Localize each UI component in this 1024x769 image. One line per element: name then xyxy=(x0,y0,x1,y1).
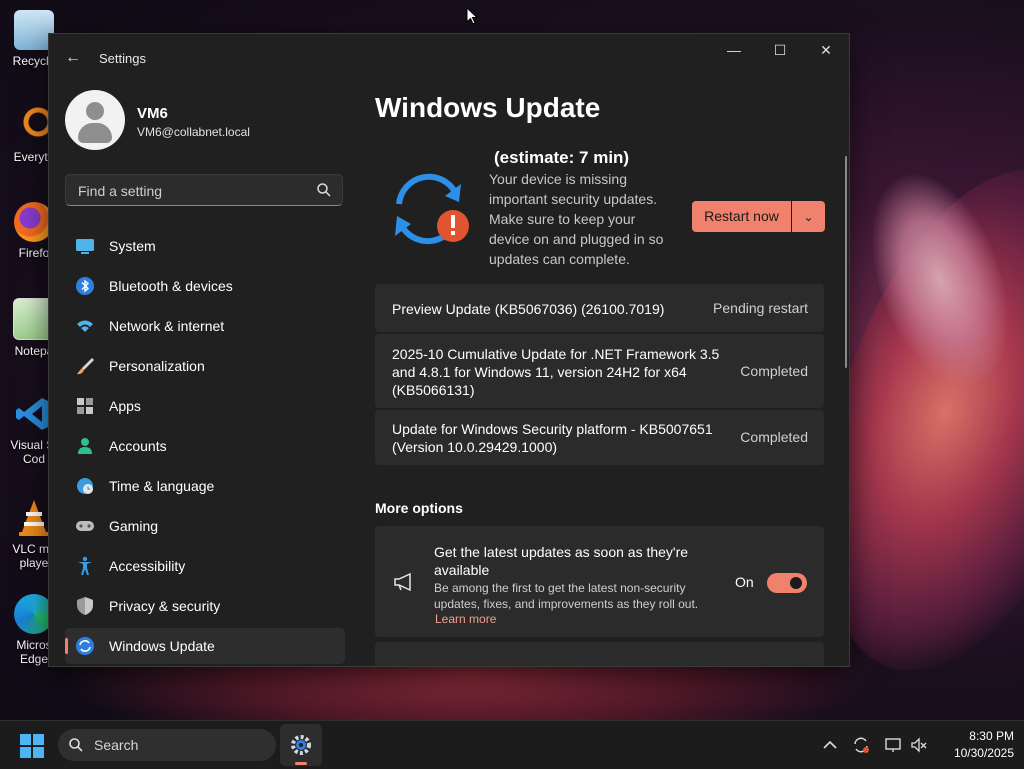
sidebar-item-label: Network & internet xyxy=(109,318,225,334)
sidebar-item-system[interactable]: System xyxy=(65,228,345,264)
wifi-icon xyxy=(77,320,93,332)
toggle-state-label: On xyxy=(735,574,754,590)
globe-icon xyxy=(77,478,93,494)
toggle-knob xyxy=(790,577,802,589)
sidebar-item-accounts[interactable]: Accounts xyxy=(65,428,345,464)
learn-more-link[interactable]: Learn more xyxy=(435,612,496,626)
megaphone-icon xyxy=(394,572,411,592)
taskbar-settings-app[interactable] xyxy=(280,724,322,766)
gamepad-icon xyxy=(76,521,94,531)
back-arrow-icon[interactable]: ← xyxy=(63,48,83,68)
sidebar-item-label: Time & language xyxy=(109,478,215,494)
update-item: 2025-10 Cumulative Update for .NET Frame… xyxy=(375,334,824,408)
avatar-body xyxy=(78,123,112,143)
sidebar-item-label: Windows Update xyxy=(109,638,215,654)
avatar[interactable] xyxy=(65,90,125,150)
update-name: Preview Update (KB5067036) (26100.7019) xyxy=(392,301,665,317)
sidebar-item-privacy-security[interactable]: Privacy & security xyxy=(65,588,345,624)
chevron-up-icon[interactable] xyxy=(821,736,839,754)
more-options-heading: More options xyxy=(375,500,463,516)
scrollbar[interactable] xyxy=(845,156,847,368)
sidebar-item-label: Accounts xyxy=(109,438,167,454)
volume-muted-icon[interactable] xyxy=(910,736,928,754)
active-app-indicator xyxy=(295,762,307,765)
settings-search-box[interactable] xyxy=(65,174,343,207)
update-icon xyxy=(76,637,94,655)
search-icon xyxy=(69,738,83,752)
sidebar-item-label: Personalization xyxy=(109,358,205,374)
update-status-description: Your device is missing important securit… xyxy=(489,171,664,267)
update-list: Preview Update (KB5067036) (26100.7019) … xyxy=(375,284,824,467)
latest-updates-option[interactable]: Get the latest updates as soon as they'r… xyxy=(375,526,824,637)
sidebar-item-gaming[interactable]: Gaming xyxy=(65,508,345,544)
update-item: Update for Windows Security platform - K… xyxy=(375,410,824,465)
update-status-tray-icon[interactable] xyxy=(852,736,870,754)
settings-nav: System Bluetooth & devices Network & int… xyxy=(65,228,345,666)
update-name: Update for Windows Security platform - K… xyxy=(392,421,713,455)
update-estimate: (estimate: 7 min) xyxy=(494,148,630,167)
taskbar-search-label: Search xyxy=(94,737,139,753)
avatar-head xyxy=(86,102,104,120)
bluetooth-icon xyxy=(76,277,94,295)
page-title: Windows Update xyxy=(375,92,601,123)
settings-window: ← Settings — ☐ ✕ VM6 VM6@collabnet.local… xyxy=(48,33,850,667)
sidebar-item-time-language[interactable]: Time & language xyxy=(65,468,345,504)
sidebar-item-label: Privacy & security xyxy=(109,598,221,614)
sidebar-item-label: Bluetooth & devices xyxy=(109,278,233,294)
update-name: 2025-10 Cumulative Update for .NET Frame… xyxy=(392,346,720,398)
start-windows-icon[interactable] xyxy=(20,734,44,758)
update-status: Pending restart xyxy=(713,300,808,316)
sidebar-item-label: Accessibility xyxy=(109,558,186,574)
clock-time[interactable]: 8:30 PM xyxy=(944,729,1014,743)
sidebar-item-label: Apps xyxy=(109,398,141,414)
update-status: Completed xyxy=(740,429,808,445)
restart-options-dropdown[interactable]: ⌄ xyxy=(792,201,825,232)
clock-date[interactable]: 10/30/2025 xyxy=(934,746,1014,760)
sidebar-item-label: System xyxy=(109,238,156,254)
taskbar-search[interactable]: Search xyxy=(58,729,276,761)
apps-icon xyxy=(77,398,93,414)
option-title: Get the latest updates as soon as they'r… xyxy=(434,544,689,578)
taskbar: Search 8:30 PM 10/30/2025 xyxy=(0,720,1024,769)
sidebar-item-personalization[interactable]: Personalization xyxy=(65,348,345,384)
window-title: Settings xyxy=(99,51,146,66)
sidebar-item-label: Gaming xyxy=(109,518,159,534)
sidebar-item-windows-update[interactable]: Windows Update xyxy=(65,628,345,664)
restart-now-button[interactable]: Restart now xyxy=(692,201,791,232)
brush-icon xyxy=(77,358,94,375)
mouse-cursor-icon xyxy=(466,7,478,25)
update-item: Preview Update (KB5067036) (26100.7019) … xyxy=(375,284,824,332)
person-icon xyxy=(78,438,92,454)
sidebar-item-accessibility[interactable]: Accessibility xyxy=(65,548,345,584)
sidebar-item-bluetooth[interactable]: Bluetooth & devices xyxy=(65,268,345,304)
profile-email: VM6@collabnet.local xyxy=(137,125,250,139)
chevron-down-icon: ⌄ xyxy=(803,210,814,224)
profile-name: VM6 xyxy=(137,105,168,122)
search-icon[interactable] xyxy=(316,182,332,198)
gear-icon xyxy=(291,735,311,755)
network-icon[interactable] xyxy=(884,736,902,754)
latest-updates-toggle[interactable] xyxy=(767,573,807,593)
sidebar-item-apps[interactable]: Apps xyxy=(65,388,345,424)
main-content: Windows Update (estimate: 7 min) Your de… xyxy=(375,34,849,666)
search-input[interactable] xyxy=(76,175,310,207)
option-description: Be among the first to get the latest non… xyxy=(434,581,699,611)
sidebar-item-network[interactable]: Network & internet xyxy=(65,308,345,344)
monitor-icon xyxy=(76,239,94,254)
update-status: Completed xyxy=(740,363,808,379)
next-option-card[interactable] xyxy=(375,642,824,666)
update-sync-warning-icon xyxy=(395,173,469,245)
shield-icon xyxy=(77,597,93,615)
accessibility-icon xyxy=(78,556,92,575)
